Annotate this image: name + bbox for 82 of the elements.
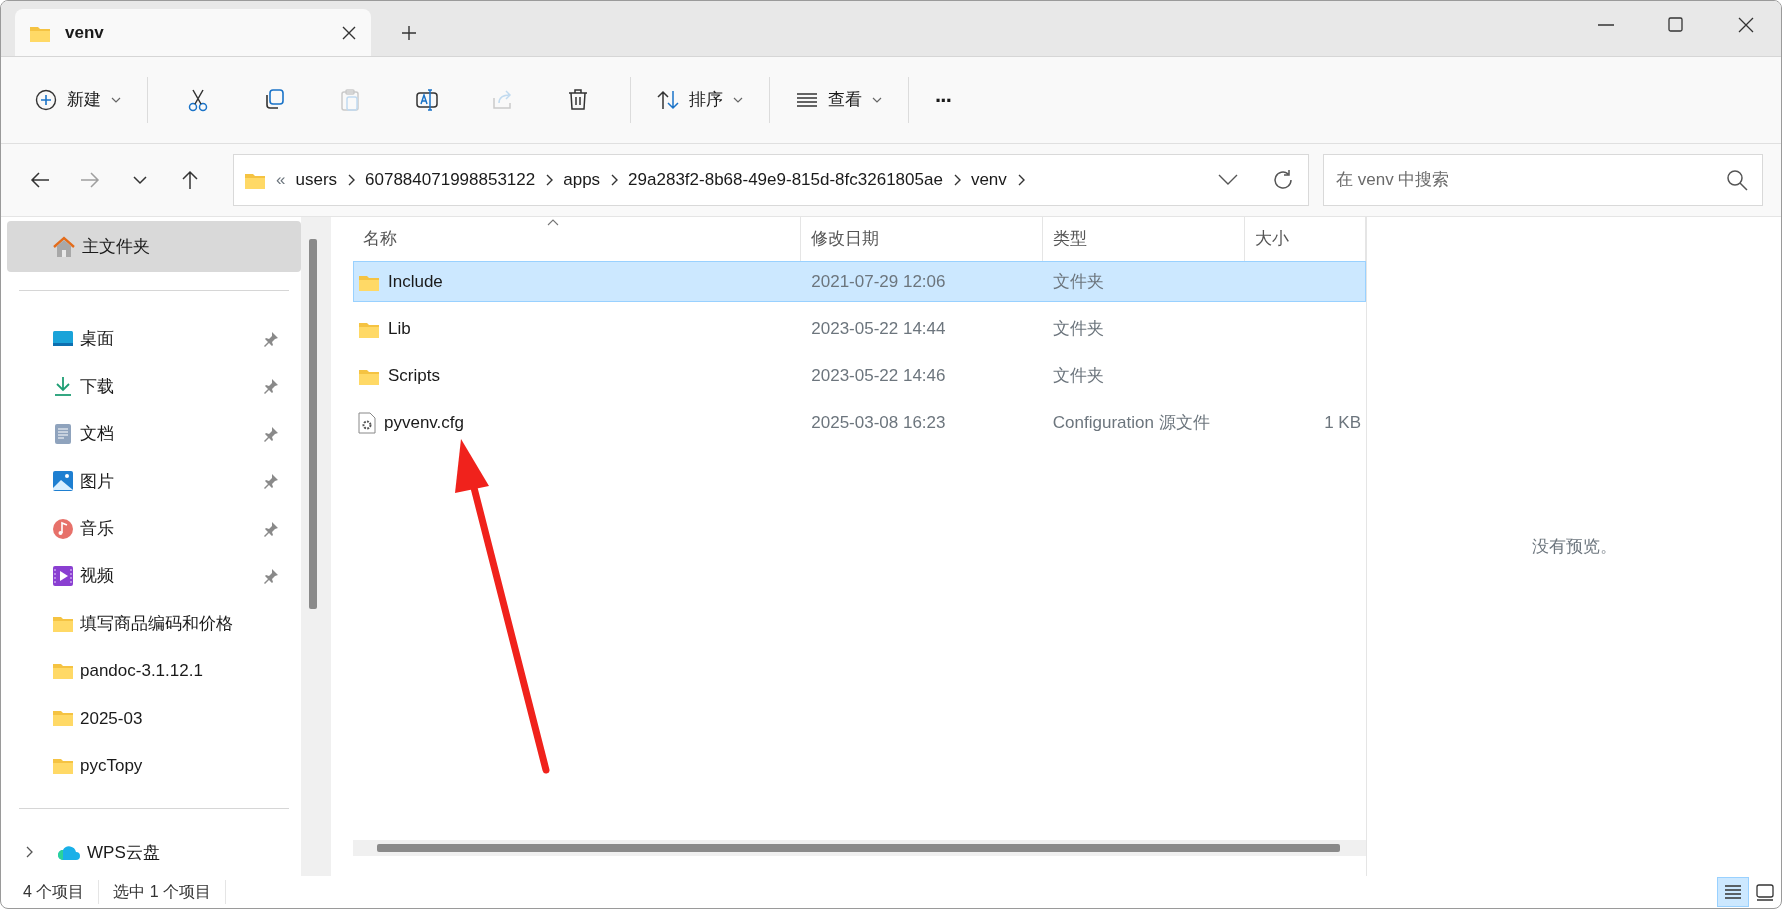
refresh-icon[interactable] [1272, 169, 1294, 191]
close-icon [1737, 15, 1755, 34]
cloud-icon [57, 843, 81, 862]
file-row[interactable]: Lib 2023-05-22 14:44 文件夹 [353, 308, 1366, 349]
picture-icon [52, 470, 74, 493]
sidebar-item[interactable]: 桌面 [7, 315, 301, 363]
file-name: Lib [388, 317, 411, 340]
file-name: Include [388, 270, 443, 293]
chevron-right-icon [610, 174, 619, 186]
type-cell-text: Configuration 源文件 [1051, 411, 1211, 434]
tiles-view-icon [1755, 882, 1775, 902]
chevron-down-icon[interactable] [1218, 174, 1238, 186]
plus-icon [401, 24, 417, 41]
date-cell-text: 2023-05-22 14:44 [810, 317, 947, 340]
up-arrow-icon [180, 170, 200, 190]
video-icon [52, 565, 74, 588]
status-text: 4 个项目 [23, 880, 100, 904]
search-input[interactable]: 在 venv 中搜索 [1334, 166, 1726, 194]
sidebar-item[interactable]: 填写商品编码和价格 [7, 599, 301, 648]
preview-message: 没有预览。 [1531, 535, 1617, 558]
search-icon [1726, 169, 1748, 191]
date-cell-text: 2025-03-08 16:23 [810, 411, 947, 434]
music-icon [52, 517, 74, 540]
sidebar-item[interactable]: 音乐 [7, 505, 301, 553]
address-bar[interactable]: « users 607884071998853122 apps 29a283f2-8b68-49e9-815d-8fc3261805ae venv [233, 154, 1309, 206]
caret-icon [733, 97, 743, 103]
settings-file-icon [358, 411, 376, 434]
sidebar-item[interactable]: 文档 [7, 410, 301, 458]
type-cell-text: 文件夹 [1051, 317, 1105, 340]
file-name: Scripts [388, 364, 440, 387]
download-icon [52, 375, 74, 398]
chevron-right-icon [545, 174, 554, 186]
status-text: 选中 1 个项目 [113, 880, 227, 904]
document-icon [52, 422, 74, 445]
file-row[interactable]: Include 2021-07-29 12:06 文件夹 [353, 261, 1366, 302]
breadcrumb[interactable]: 29a283f2-8b68-49e9-815d-8fc3261805ae [628, 167, 943, 193]
file-row[interactable]: pyvenv.cfg 2025-03-08 16:23 Configuration 源文件 1 KB [353, 402, 1366, 443]
more-button[interactable]: ··· [925, 74, 985, 126]
sidebar-item[interactable]: 图片 [7, 457, 301, 506]
date-cell-text: 2023-05-22 14:46 [810, 364, 947, 387]
sidebar-item[interactable]: pycTopy [7, 742, 301, 790]
breadcrumb[interactable]: 607884071998853122 [365, 167, 536, 193]
sort-icon [657, 89, 679, 111]
caret-icon [872, 97, 882, 103]
forward-arrow-icon [80, 170, 100, 190]
sidebar-item[interactable]: WPS云盘 [7, 828, 301, 876]
type-cell-text: 文件夹 [1051, 270, 1105, 293]
home-icon [52, 235, 76, 258]
overflow-chevron[interactable]: « [276, 167, 286, 193]
breadcrumb[interactable]: users [295, 167, 338, 193]
sidebar-item[interactable]: 主文件夹 [7, 221, 301, 273]
chevron-right-icon [347, 174, 356, 186]
file-row[interactable]: Scripts 2023-05-22 14:46 文件夹 [353, 355, 1366, 396]
sidebar-item[interactable]: 下载 [7, 362, 301, 411]
toolbar-menu-button[interactable]: 查看 [786, 74, 892, 126]
plus-circle-icon [35, 89, 57, 111]
size-cell-text: 1 KB [1323, 411, 1362, 434]
back-arrow-icon [30, 170, 50, 190]
scrollbar-thumb[interactable] [377, 844, 1340, 852]
sidebar-item[interactable]: pandoc-3.1.12.1 [7, 647, 301, 695]
file-name: pyvenv.cfg [384, 411, 464, 434]
sidebar-item[interactable]: 视频 [7, 552, 301, 600]
caret-icon [111, 97, 121, 103]
close-icon [341, 24, 357, 41]
chevron-right-icon [952, 174, 961, 186]
breadcrumb[interactable]: apps [563, 167, 601, 193]
tab[interactable]: venv [15, 9, 371, 56]
chevron-right-icon [1016, 174, 1025, 186]
details-view-button[interactable] [1717, 877, 1749, 907]
sidebar-item[interactable]: 2025-03 [7, 694, 301, 743]
new-menu-button[interactable]: 新建 [25, 74, 131, 126]
breadcrumb[interactable]: venv [970, 167, 1007, 193]
date-cell-text: 2021-07-29 12:06 [810, 270, 947, 293]
toolbar-menu-button[interactable]: 排序 [647, 74, 753, 126]
details-view-icon [1723, 882, 1743, 902]
minimize-icon [1598, 23, 1614, 26]
maximize-icon [1667, 15, 1685, 34]
rename-icon [415, 88, 439, 112]
type-cell-text: 文件夹 [1051, 364, 1105, 387]
search-field[interactable]: 在 venv 中搜索 [1323, 154, 1763, 206]
scrollbar-thumb[interactable] [309, 239, 317, 609]
copy-icon [263, 88, 287, 112]
